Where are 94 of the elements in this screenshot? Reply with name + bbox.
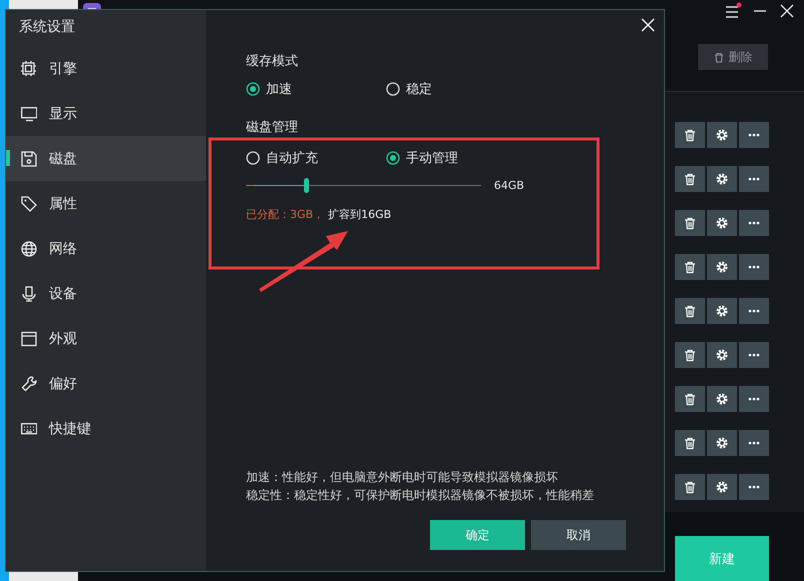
sidebar-item[interactable]: 磁盘 xyxy=(6,136,206,181)
gear-icon xyxy=(715,304,729,318)
slider-thumb[interactable] xyxy=(304,178,309,193)
more-icon xyxy=(748,441,760,445)
delete-button[interactable] xyxy=(675,430,705,456)
delete-button[interactable]: 删除 xyxy=(698,44,768,70)
delete-button[interactable] xyxy=(675,474,705,500)
settings-button[interactable] xyxy=(707,254,737,280)
gear-icon xyxy=(715,348,729,362)
radio-option[interactable]: 自动扩充 xyxy=(246,149,386,167)
dialog-title: 系统设置 xyxy=(18,18,75,37)
delete-button[interactable] xyxy=(675,166,705,192)
more-icon xyxy=(748,309,760,313)
cancel-button[interactable]: 取消 xyxy=(531,520,626,550)
settings-button[interactable] xyxy=(707,166,737,192)
more-icon xyxy=(748,397,760,401)
note-text: 稳定性：稳定性好，可保护断电时模拟器镜像不被损坏，性能稍差 xyxy=(246,487,595,504)
gear-icon xyxy=(715,260,729,274)
settings-button[interactable] xyxy=(707,298,737,324)
chip-icon xyxy=(21,60,37,76)
trash-icon xyxy=(684,480,696,494)
gear-icon xyxy=(715,392,729,406)
sidebar-item[interactable]: 网络 xyxy=(6,226,206,271)
menu-icon[interactable] xyxy=(724,2,742,20)
radio-button[interactable] xyxy=(386,82,400,96)
slider-max-label: 64GB xyxy=(494,179,524,192)
tag-icon xyxy=(21,196,37,212)
more-button[interactable] xyxy=(739,474,769,500)
more-icon xyxy=(748,177,760,181)
more-icon xyxy=(748,133,760,137)
keyboard-icon xyxy=(21,420,37,436)
more-button[interactable] xyxy=(739,386,769,412)
sidebar-item[interactable]: 属性 xyxy=(6,181,206,226)
delete-button[interactable] xyxy=(675,254,705,280)
radio-option[interactable]: 稳定 xyxy=(386,80,526,98)
gear-icon xyxy=(715,216,729,230)
note-text: 加速：性能好，但电脑意外断电时可能导致模拟器镜像损坏 xyxy=(246,469,559,486)
gear-icon xyxy=(715,436,729,450)
section-title: 缓存模式 xyxy=(246,53,298,70)
section-title: 磁盘管理 xyxy=(246,119,298,136)
gear-icon xyxy=(715,480,729,494)
trash-icon xyxy=(714,52,724,62)
trash-icon xyxy=(684,216,696,230)
gear-icon xyxy=(715,128,729,142)
window-icon xyxy=(21,330,37,346)
trash-icon xyxy=(684,260,696,274)
radio-button[interactable] xyxy=(246,82,260,96)
settings-button[interactable] xyxy=(707,210,737,236)
close-icon[interactable] xyxy=(778,2,796,20)
more-button[interactable] xyxy=(739,166,769,192)
trash-icon xyxy=(684,128,696,142)
trash-icon xyxy=(684,392,696,406)
trash-icon xyxy=(684,172,696,186)
more-icon xyxy=(748,221,760,225)
settings-button[interactable] xyxy=(707,122,737,148)
monitor-icon xyxy=(21,106,37,122)
more-button[interactable] xyxy=(739,342,769,368)
more-icon xyxy=(748,353,760,357)
sidebar-item[interactable]: 快捷键 xyxy=(6,406,206,451)
more-icon xyxy=(748,485,760,489)
gear-icon xyxy=(715,172,729,186)
trash-icon xyxy=(684,436,696,450)
sidebar-item[interactable]: 外观 xyxy=(6,316,206,361)
delete-button[interactable] xyxy=(675,122,705,148)
trash-icon xyxy=(684,348,696,362)
settings-button[interactable] xyxy=(707,430,737,456)
more-button[interactable] xyxy=(739,210,769,236)
more-button[interactable] xyxy=(739,254,769,280)
settings-button[interactable] xyxy=(707,342,737,368)
sidebar-item[interactable]: 设备 xyxy=(6,271,206,316)
delete-button[interactable] xyxy=(675,386,705,412)
radio-button[interactable] xyxy=(246,151,260,165)
trash-icon xyxy=(684,304,696,318)
settings-button[interactable] xyxy=(707,474,737,500)
expand-text: 扩容到16GB xyxy=(328,207,392,222)
allocated-text: 已分配：3GB， xyxy=(246,207,324,222)
sidebar-item[interactable]: 显示 xyxy=(6,91,206,136)
more-button[interactable] xyxy=(739,122,769,148)
radio-option[interactable]: 手动管理 xyxy=(386,149,526,167)
radio-button[interactable] xyxy=(386,151,400,165)
microphone-icon xyxy=(21,286,37,302)
sidebar-item[interactable]: 引擎 xyxy=(6,46,206,91)
sidebar-item[interactable]: 偏好 xyxy=(6,361,206,406)
more-icon xyxy=(748,265,760,269)
more-button[interactable] xyxy=(739,430,769,456)
globe-icon xyxy=(21,240,37,256)
radio-option[interactable]: 加速 xyxy=(246,80,386,98)
more-button[interactable] xyxy=(739,298,769,324)
settings-button[interactable] xyxy=(707,386,737,412)
delete-button[interactable] xyxy=(675,298,705,324)
delete-button[interactable] xyxy=(675,210,705,236)
wrench-icon xyxy=(21,376,37,392)
close-icon[interactable] xyxy=(641,18,655,32)
delete-button[interactable] xyxy=(675,342,705,368)
